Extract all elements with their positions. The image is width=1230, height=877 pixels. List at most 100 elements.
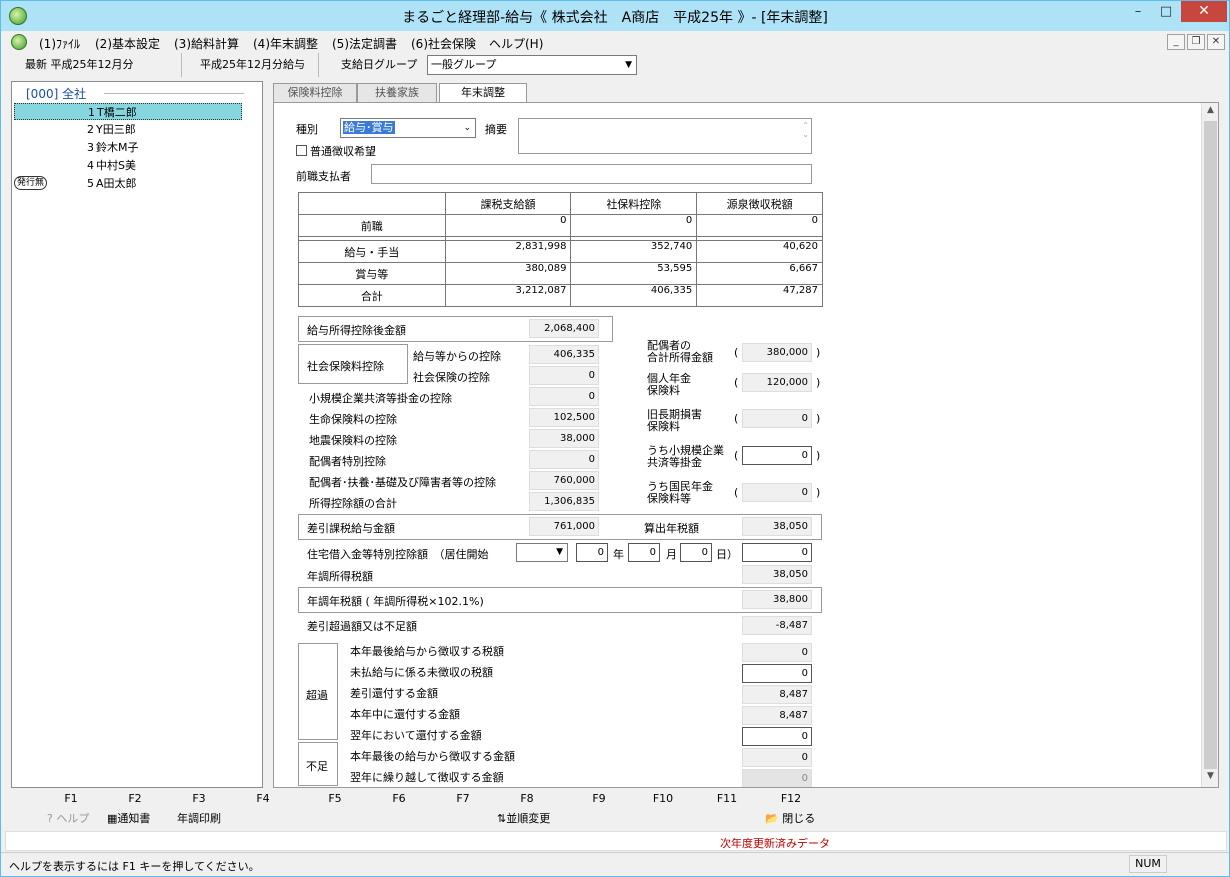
housing-month-input[interactable]: 0: [628, 543, 660, 562]
shortage-item-value: 0: [742, 748, 812, 767]
tab-dependents[interactable]: 扶養家族: [357, 83, 437, 103]
menu-payroll[interactable]: (3)給料計算: [174, 35, 239, 52]
housing-day-input[interactable]: 0: [680, 543, 712, 562]
deduction-value: 102,500: [529, 408, 599, 427]
system-menu-icon[interactable]: [11, 34, 27, 50]
type-select-value: 給与･賞与: [343, 121, 395, 134]
prev-payer-label: 前職支払者: [296, 170, 351, 183]
fkey-label: F5: [328, 792, 342, 805]
tree-root-company[interactable]: [000] 全社: [26, 85, 86, 102]
housing-era-select[interactable]: ▼: [516, 543, 568, 562]
menu-file[interactable]: (1)ﾌｧｲﾙ: [39, 35, 80, 52]
folder-open-icon: 📂: [765, 812, 779, 825]
help-button[interactable]: ? ヘルプ: [47, 810, 89, 826]
group-label: 支給日グループ: [341, 58, 418, 71]
minimize-icon[interactable]: –: [1125, 1, 1151, 22]
shortage-item-label: 本年最後の給与から徴収する金額: [350, 750, 515, 763]
scroll-thumb[interactable]: [1204, 121, 1217, 769]
housing-year-input[interactable]: 0: [576, 543, 608, 562]
from-salary-value: 406,335: [529, 345, 599, 364]
table-row: 給与・手当 2,831,998 352,740 40,620: [298, 240, 823, 263]
tab-year-end[interactable]: 年末調整: [439, 83, 527, 104]
group-select[interactable]: 一般グループ ▼: [427, 55, 637, 75]
social-insurance-deduction-value: 0: [529, 366, 599, 385]
national-pension-label: うち国民年金 保険料等: [647, 480, 713, 505]
fkey-label: F1: [64, 792, 78, 805]
employee-item[interactable]: 4 中村S美: [14, 157, 242, 174]
fkey-label: F7: [456, 792, 470, 805]
summary-table: 課税支給額 社保料控除 源泉徴収税額 前職 0 0 0 給与・手当 2,831,…: [298, 192, 823, 307]
mdi-close-icon[interactable]: ✕: [1207, 34, 1225, 50]
mdi-minimize-icon[interactable]: _: [1167, 34, 1185, 50]
menu-basic-settings[interactable]: (2)基本設定: [95, 35, 160, 52]
deduction-label: 配偶者特別控除: [309, 455, 386, 468]
vertical-scrollbar[interactable]: ▲ ▼: [1201, 103, 1218, 787]
close-button[interactable]: 📂 閉じる: [765, 810, 815, 826]
deduction-value: 760,000: [529, 471, 599, 490]
excess-item-label: 本年中に還付する金額: [350, 708, 460, 721]
diff-label: 差引超過額又は不足額: [307, 620, 417, 633]
scroll-up-icon[interactable]: ▲: [1202, 105, 1219, 115]
table-row: 前職 0 0 0: [298, 214, 823, 237]
chevron-down-icon: ▼: [625, 60, 632, 70]
header-taxable-pay: 課税支給額: [444, 192, 572, 215]
fkey-label: F8: [520, 792, 534, 805]
menu-social-insurance[interactable]: (6)社会保険: [411, 35, 476, 52]
excess-item-label: 差引還付する金額: [350, 687, 438, 700]
mdi-restore-icon[interactable]: ❐: [1187, 34, 1205, 50]
fkey-label: F9: [592, 792, 606, 805]
status-text: ヘルプを表示するには F1 キーを押してください。: [9, 860, 260, 873]
excess-label: 超過: [306, 689, 328, 702]
unpaid-salary-tax-input[interactable]: 0: [742, 664, 812, 683]
employee-item[interactable]: 1 T橋二郎: [14, 103, 242, 120]
employee-item[interactable]: 3 鈴木M子: [14, 139, 242, 156]
employee-item[interactable]: 2 Y田三郎: [14, 121, 242, 138]
small-business-mutual-input[interactable]: 0: [742, 446, 812, 465]
chevron-down-icon: ▼: [556, 547, 563, 557]
sort-icon: ⇅: [497, 812, 507, 825]
table-row: 賞与等 380,089 53,595 6,667: [298, 262, 823, 285]
memo-textarea[interactable]: ⌃ ⌄: [518, 118, 812, 154]
private-pension-label: 個人年金 保険料: [647, 372, 691, 397]
question-icon: ?: [47, 812, 53, 825]
housing-loan-label: 住宅借入金等特別控除額 （居住開始: [307, 548, 489, 561]
notice-button[interactable]: ▦通知書: [107, 810, 150, 826]
long-term-insurance-label: 旧長期損害 保険料: [647, 408, 702, 433]
app-window: まるごと経理部-給与《 株式会社 A商店 平成25年 》- [年末調整] – □…: [0, 0, 1230, 877]
deduction-total-label: 所得控除額の合計: [309, 497, 397, 510]
menu-help[interactable]: ヘルプ(H): [489, 35, 543, 52]
year-end-print-button[interactable]: 年調印刷: [177, 810, 221, 826]
checkbox-icon: [296, 145, 307, 156]
fkey-label: F6: [392, 792, 406, 805]
chevron-down-icon: ⌄: [463, 123, 471, 133]
housing-loan-input[interactable]: 0: [742, 543, 812, 562]
deduction-value: 0: [529, 450, 599, 469]
notice-text: 次年度更新済みデータ: [720, 837, 830, 850]
shortage-item-value: 0: [742, 769, 812, 787]
menu-year-end[interactable]: (4)年末調整: [253, 35, 318, 52]
close-icon[interactable]: ✕: [1181, 1, 1227, 22]
employee-item[interactable]: 発行無 5 A田太郎: [14, 175, 242, 192]
from-salary-label: 給与等からの控除: [413, 350, 501, 363]
sort-order-button[interactable]: ⇅並順変更: [497, 810, 550, 826]
menu-legal-reports[interactable]: (5)法定調書: [332, 35, 397, 52]
prev-payer-input[interactable]: [371, 164, 812, 184]
scroll-down-icon[interactable]: ▼: [1202, 771, 1219, 781]
period-label: 平成25年12月分給与: [200, 58, 305, 71]
status-bar: ヘルプを表示するには F1 キーを押してください。 NUM: [1, 852, 1229, 876]
next-year-refund-input[interactable]: 0: [742, 727, 812, 746]
type-select[interactable]: 給与･賞与 ⌄: [340, 118, 476, 138]
info-bar: 最新 平成25年12月分 平成25年12月分給与 支給日グループ 一般グループ …: [5, 53, 1227, 77]
memo-label: 摘要: [485, 123, 507, 136]
ordinary-collection-checkbox[interactable]: 普通徴収希望: [296, 143, 376, 159]
table-row: 合計 3,212,087 406,335 47,287: [298, 284, 823, 307]
spouse-income-label: 配偶者の 合計所得金額: [647, 339, 713, 364]
fkey-label: F11: [716, 792, 738, 805]
not-issued-badge: 発行無: [14, 176, 48, 190]
after-deduction-label: 給与所得控除後金額: [307, 324, 406, 337]
tab-insurance-deduction[interactable]: 保険料控除: [273, 83, 357, 103]
maximize-icon[interactable]: □: [1153, 1, 1179, 22]
annual-income-tax-value: 38,050: [742, 565, 812, 584]
annual-tax-value: 38,800: [742, 590, 812, 609]
deduction-value: 0: [529, 387, 599, 406]
